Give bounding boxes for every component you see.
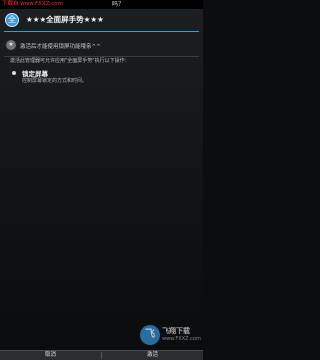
logo-text: 飞翔下载 (162, 327, 190, 335)
app-title: ★★★全面屏手势★★★ (26, 15, 104, 24)
app-header: 全 ★★★全面屏手势★★★ (0, 9, 203, 31)
permission-description: 激活此管理器可允许应用"全面屏手势"执行以下操作： (10, 58, 130, 64)
permission-detail: 控制屏幕锁定的方式和时间。 (22, 78, 88, 84)
logo-icon: 飞 (140, 325, 160, 345)
watermark-logo: 飞 飞翔下载 www.FXXZ.com (140, 325, 201, 347)
status-bar: 下载自 www.FXXZ.com 吗？ (0, 0, 203, 9)
activate-button[interactable]: 激活 (102, 351, 203, 360)
watermark-text: 下载自 www.FXXZ.com (2, 1, 63, 7)
fullscreen-gesture-app-icon: 全 (5, 13, 19, 27)
logo-url: www.FXXZ.com (162, 336, 201, 342)
permission-item-lock-screen: 锁定屏幕 控制屏幕锁定的方式和时间。 (0, 68, 203, 88)
bullet-icon (12, 71, 16, 75)
header-divider (4, 31, 199, 32)
button-bar: 取消 激活 (0, 350, 203, 360)
cancel-button[interactable]: 取消 (0, 351, 101, 360)
admin-header: ★ 激活后才能使用锁屏功能哦亲^^ (0, 36, 203, 54)
admin-icon: ★ (6, 40, 16, 50)
admin-message: 激活后才能使用锁屏功能哦亲^^ (20, 44, 101, 50)
status-text: 吗？ (112, 1, 125, 8)
